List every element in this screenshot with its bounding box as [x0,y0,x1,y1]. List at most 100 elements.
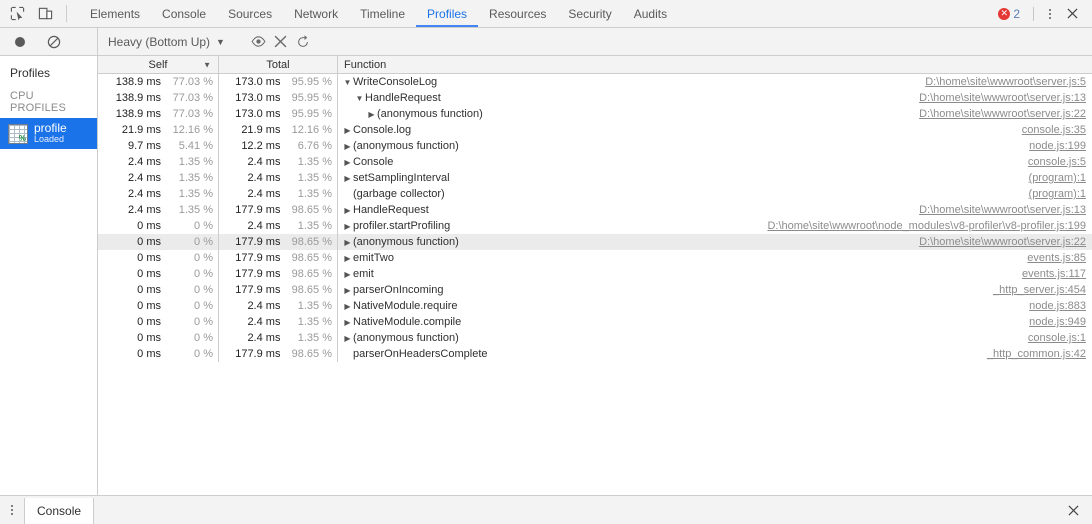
source-link[interactable]: node.js:883 [1019,300,1092,312]
source-link[interactable]: D:\home\site\wwwroot\server.js:22 [909,236,1092,248]
view-mode-select[interactable]: Heavy (Bottom Up) ▼ [106,35,231,49]
self-percent: 0 % [194,220,213,232]
tab-profiles[interactable]: Profiles [416,0,479,27]
table-row[interactable]: 2.4 ms 1.35 % 177.9 ms 98.65 % ▶ HandleReques… [98,202,1092,218]
tab-timeline[interactable]: Timeline [349,0,416,27]
table-row[interactable]: 0 ms 0 % 177.9 ms 98.65 % ▶ emitTwo events.js:… [98,250,1092,266]
table-row[interactable]: 21.9 ms 12.16 % 21.9 ms 12.16 % ▶ Console.log… [98,122,1092,138]
tab-security[interactable]: Security [557,0,622,27]
more-options-icon[interactable] [1041,5,1059,23]
total-ms: 2.4 ms [247,172,281,184]
tree-expand-icon[interactable]: ▶ [342,174,353,183]
source-link[interactable]: node.js:949 [1019,316,1092,328]
tree-collapse-icon[interactable]: ▼ [342,78,353,87]
tree-expand-icon[interactable]: ▶ [342,286,353,295]
table-row[interactable]: 138.9 ms 77.03 % 173.0 ms 95.95 % ▼ WriteCons… [98,74,1092,90]
error-count-badge[interactable]: ✕ 2 [992,7,1026,21]
cell-self: 138.9 ms 77.03 % [98,90,219,106]
column-header-function[interactable]: Function [338,56,1092,73]
tree-expand-icon[interactable]: ▶ [342,302,353,311]
drawer-tab-console[interactable]: Console [24,498,95,524]
tree-expand-icon[interactable]: ▶ [342,126,353,135]
restore-functions-button[interactable] [292,31,314,53]
table-row[interactable]: 0 ms 0 % 2.4 ms 1.35 % ▶ profiler.startProfil… [98,218,1092,234]
source-link[interactable]: node.js:199 [1019,140,1092,152]
cell-total: 173.0 ms 95.95 % [219,106,338,122]
total-ms: 177.9 ms [235,204,281,216]
table-row[interactable]: 0 ms 0 % 2.4 ms 1.35 % ▶ (anonymous function)… [98,330,1092,346]
close-devtools-icon[interactable] [1061,3,1083,25]
cell-total: 21.9 ms 12.16 % [219,122,338,138]
source-link[interactable]: D:\home\site\wwwroot\server.js:5 [915,76,1092,88]
table-row[interactable]: 138.9 ms 77.03 % 173.0 ms 95.95 % ▶ (anonymou… [98,106,1092,122]
column-header-self[interactable]: Self ▼ [98,56,219,73]
tab-elements[interactable]: Elements [79,0,151,27]
drawer-more-options-icon[interactable] [0,496,24,524]
source-link[interactable]: console.js:5 [1018,156,1092,168]
inspect-element-icon[interactable] [8,5,26,23]
tree-expand-icon[interactable]: ▶ [342,206,353,215]
source-link[interactable]: events.js:117 [1012,268,1092,280]
source-link[interactable]: (program):1 [1019,188,1092,200]
tab-sources[interactable]: Sources [217,0,283,27]
tree-expand-icon[interactable]: ▶ [342,318,353,327]
cell-function: ▶ emit events.js:117 [338,266,1092,282]
source-link[interactable]: _http_common.js:42 [977,348,1092,360]
tab-network[interactable]: Network [283,0,349,27]
source-link[interactable]: events.js:85 [1017,252,1092,264]
tree-expand-icon[interactable]: ▶ [342,158,353,167]
table-row[interactable]: 138.9 ms 77.03 % 173.0 ms 95.95 % ▼ HandleReq… [98,90,1092,106]
table-row[interactable]: 9.7 ms 5.41 % 12.2 ms 6.76 % ▶ (anonymous fun… [98,138,1092,154]
drawer-close-icon[interactable] [1062,499,1084,521]
function-name: Console.log [353,124,412,136]
tab-console[interactable]: Console [151,0,217,27]
source-link[interactable]: D:\home\site\wwwroot\server.js:13 [909,92,1092,104]
tree-expand-icon[interactable]: ▶ [342,270,353,279]
self-ms: 2.4 ms [127,188,161,200]
tree-expand-icon[interactable]: ▶ [342,254,353,263]
source-link[interactable]: (program):1 [1019,172,1092,184]
column-header-total[interactable]: Total [219,56,338,73]
tree-expand-icon[interactable]: ▶ [342,334,353,343]
table-row[interactable]: 0 ms 0 % 2.4 ms 1.35 % ▶ NativeModule.require… [98,298,1092,314]
tree-expand-icon[interactable]: ▶ [342,142,353,151]
function-name: HandleRequest [353,204,429,216]
table-row[interactable]: 0 ms 0 % 177.9 ms 98.65 % parserOnHeadersCom… [98,346,1092,362]
table-row[interactable]: 2.4 ms 1.35 % 2.4 ms 1.35 % ▶ Console console.… [98,154,1092,170]
tab-label: Timeline [360,6,406,21]
tab-audits[interactable]: Audits [623,0,678,27]
source-link[interactable]: console.js:35 [1012,124,1092,136]
table-row[interactable]: 0 ms 0 % 2.4 ms 1.35 % ▶ NativeModule.compile… [98,314,1092,330]
source-link[interactable]: _http_server.js:454 [983,284,1092,296]
cell-total: 2.4 ms 1.35 % [219,154,338,170]
sidebar-item-profile[interactable]: % profile Loaded [0,118,97,150]
cell-total: 2.4 ms 1.35 % [219,314,338,330]
self-ms: 0 ms [137,348,161,360]
cell-total: 177.9 ms 98.65 % [219,346,338,362]
table-row[interactable]: 0 ms 0 % 177.9 ms 98.65 % ▶ (anonymous functi… [98,234,1092,250]
record-button[interactable] [9,31,31,53]
total-percent: 98.65 % [291,252,332,264]
cell-function: ▶ (anonymous function) D:\home\site\wwwroo… [338,106,1092,122]
table-row[interactable]: 2.4 ms 1.35 % 2.4 ms 1.35 % (garbage collect… [98,186,1092,202]
tree-collapse-icon[interactable]: ▼ [354,94,365,103]
clear-profiles-button[interactable] [43,31,65,53]
table-row[interactable]: 0 ms 0 % 177.9 ms 98.65 % ▶ parserOnIncoming _… [98,282,1092,298]
focus-function-button[interactable] [248,31,270,53]
source-link[interactable]: console.js:1 [1018,332,1092,344]
tab-resources[interactable]: Resources [478,0,557,27]
tree-expand-icon[interactable]: ▶ [342,222,353,231]
cell-function: ▶ (anonymous function) D:\home\site\wwwroo… [338,234,1092,250]
exclude-function-button[interactable] [270,31,292,53]
cell-total: 2.4 ms 1.35 % [219,298,338,314]
table-row[interactable]: 0 ms 0 % 177.9 ms 98.65 % ▶ emit events.js:117 [98,266,1092,282]
total-percent: 12.16 % [291,124,332,136]
source-link[interactable]: D:\home\site\wwwroot\server.js:13 [909,204,1092,216]
self-percent: 77.03 % [172,108,213,120]
tree-expand-icon[interactable]: ▶ [366,110,377,119]
device-toolbar-icon[interactable] [36,5,54,23]
table-row[interactable]: 2.4 ms 1.35 % 2.4 ms 1.35 % ▶ setSamplingInte… [98,170,1092,186]
tree-expand-icon[interactable]: ▶ [342,238,353,247]
source-link[interactable]: D:\home\site\wwwroot\server.js:22 [909,108,1092,120]
source-link[interactable]: D:\home\site\wwwroot\node_modules\v8-pro… [757,220,1092,232]
